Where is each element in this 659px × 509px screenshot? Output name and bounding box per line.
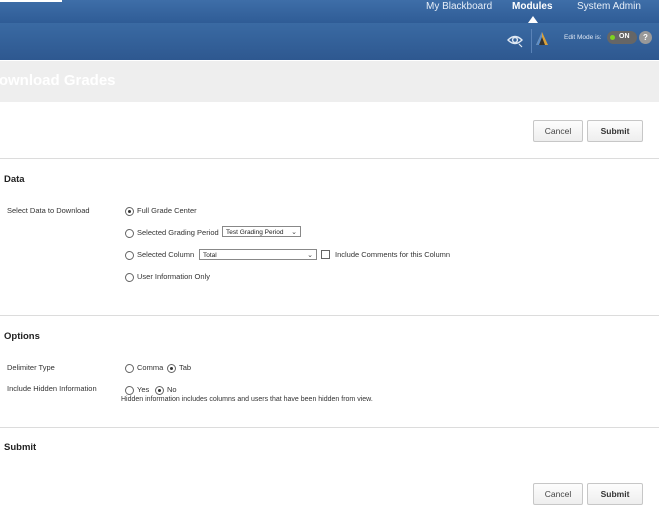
chevron-down-icon: ⌄	[307, 252, 313, 259]
page-title: Download Grades	[0, 72, 116, 89]
delimiter-type-label: Delimiter Type	[7, 363, 55, 372]
radio-hidden-yes[interactable]	[125, 386, 134, 395]
student-preview-icon[interactable]	[506, 31, 524, 49]
option-comma: Comma	[137, 363, 164, 372]
submit-button-top[interactable]: Submit	[587, 120, 643, 142]
active-tab-caret-icon	[528, 16, 538, 23]
logo-strip	[0, 0, 62, 2]
nav-system-admin[interactable]: System Admin	[577, 1, 641, 12]
column-value: Total	[203, 252, 217, 259]
radio-selected-column[interactable]	[125, 251, 134, 260]
divider	[0, 315, 659, 316]
option-full-grade-center: Full Grade Center	[137, 206, 197, 215]
include-comments-label: Include Comments for this Column	[335, 250, 451, 259]
radio-hidden-no[interactable]	[155, 386, 164, 395]
radio-tab[interactable]	[167, 364, 176, 373]
divider	[0, 158, 659, 159]
submit-button-bottom[interactable]: Submit	[587, 483, 643, 505]
hidden-info-note: Hidden information includes columns and …	[121, 396, 373, 403]
radio-comma[interactable]	[125, 364, 134, 373]
option-hidden-yes: Yes	[137, 385, 150, 394]
sub-toolbar: Edit Mode is: ON ?	[0, 23, 659, 60]
radio-selected-grading-period[interactable]	[125, 229, 134, 238]
options-section-title: Options	[4, 331, 40, 342]
column-select[interactable]: Total ⌄	[199, 249, 317, 260]
option-selected-grading-period: Selected Grading Period	[137, 228, 219, 237]
option-tab: Tab	[179, 363, 192, 372]
toolbar-divider	[531, 29, 532, 53]
help-icon[interactable]: ?	[639, 31, 652, 44]
select-data-label: Select Data to Download	[7, 206, 90, 215]
divider	[0, 427, 659, 428]
radio-full-grade-center[interactable]	[125, 207, 134, 216]
edit-mode-value: ON	[619, 33, 630, 40]
edit-mode-label: Edit Mode is:	[564, 34, 602, 41]
cancel-button-top[interactable]: Cancel	[533, 120, 583, 142]
page-header: Download Grades	[0, 61, 659, 102]
radio-user-information-only[interactable]	[125, 273, 134, 282]
color-palette-icon[interactable]	[535, 31, 549, 47]
grading-period-value: Test Grading Period	[226, 229, 284, 236]
include-comments-checkbox[interactable]	[321, 250, 330, 259]
chevron-down-icon: ⌄	[291, 229, 297, 236]
option-user-information-only: User Information Only	[137, 272, 210, 281]
top-nav: My Blackboard Modules System Admin	[0, 0, 659, 23]
grading-period-select[interactable]: Test Grading Period ⌄	[222, 226, 301, 237]
submit-section-title: Submit	[4, 442, 37, 453]
option-selected-column: Selected Column	[137, 250, 195, 259]
toggle-indicator-icon	[610, 35, 615, 40]
cancel-button-bottom[interactable]: Cancel	[533, 483, 583, 505]
edit-mode-toggle[interactable]: ON	[607, 31, 637, 44]
data-section-title: Data	[4, 174, 25, 185]
include-hidden-label: Include Hidden Information	[7, 384, 97, 393]
option-hidden-no: No	[167, 385, 177, 394]
nav-modules[interactable]: Modules	[512, 1, 553, 12]
nav-my-blackboard[interactable]: My Blackboard	[426, 1, 492, 12]
